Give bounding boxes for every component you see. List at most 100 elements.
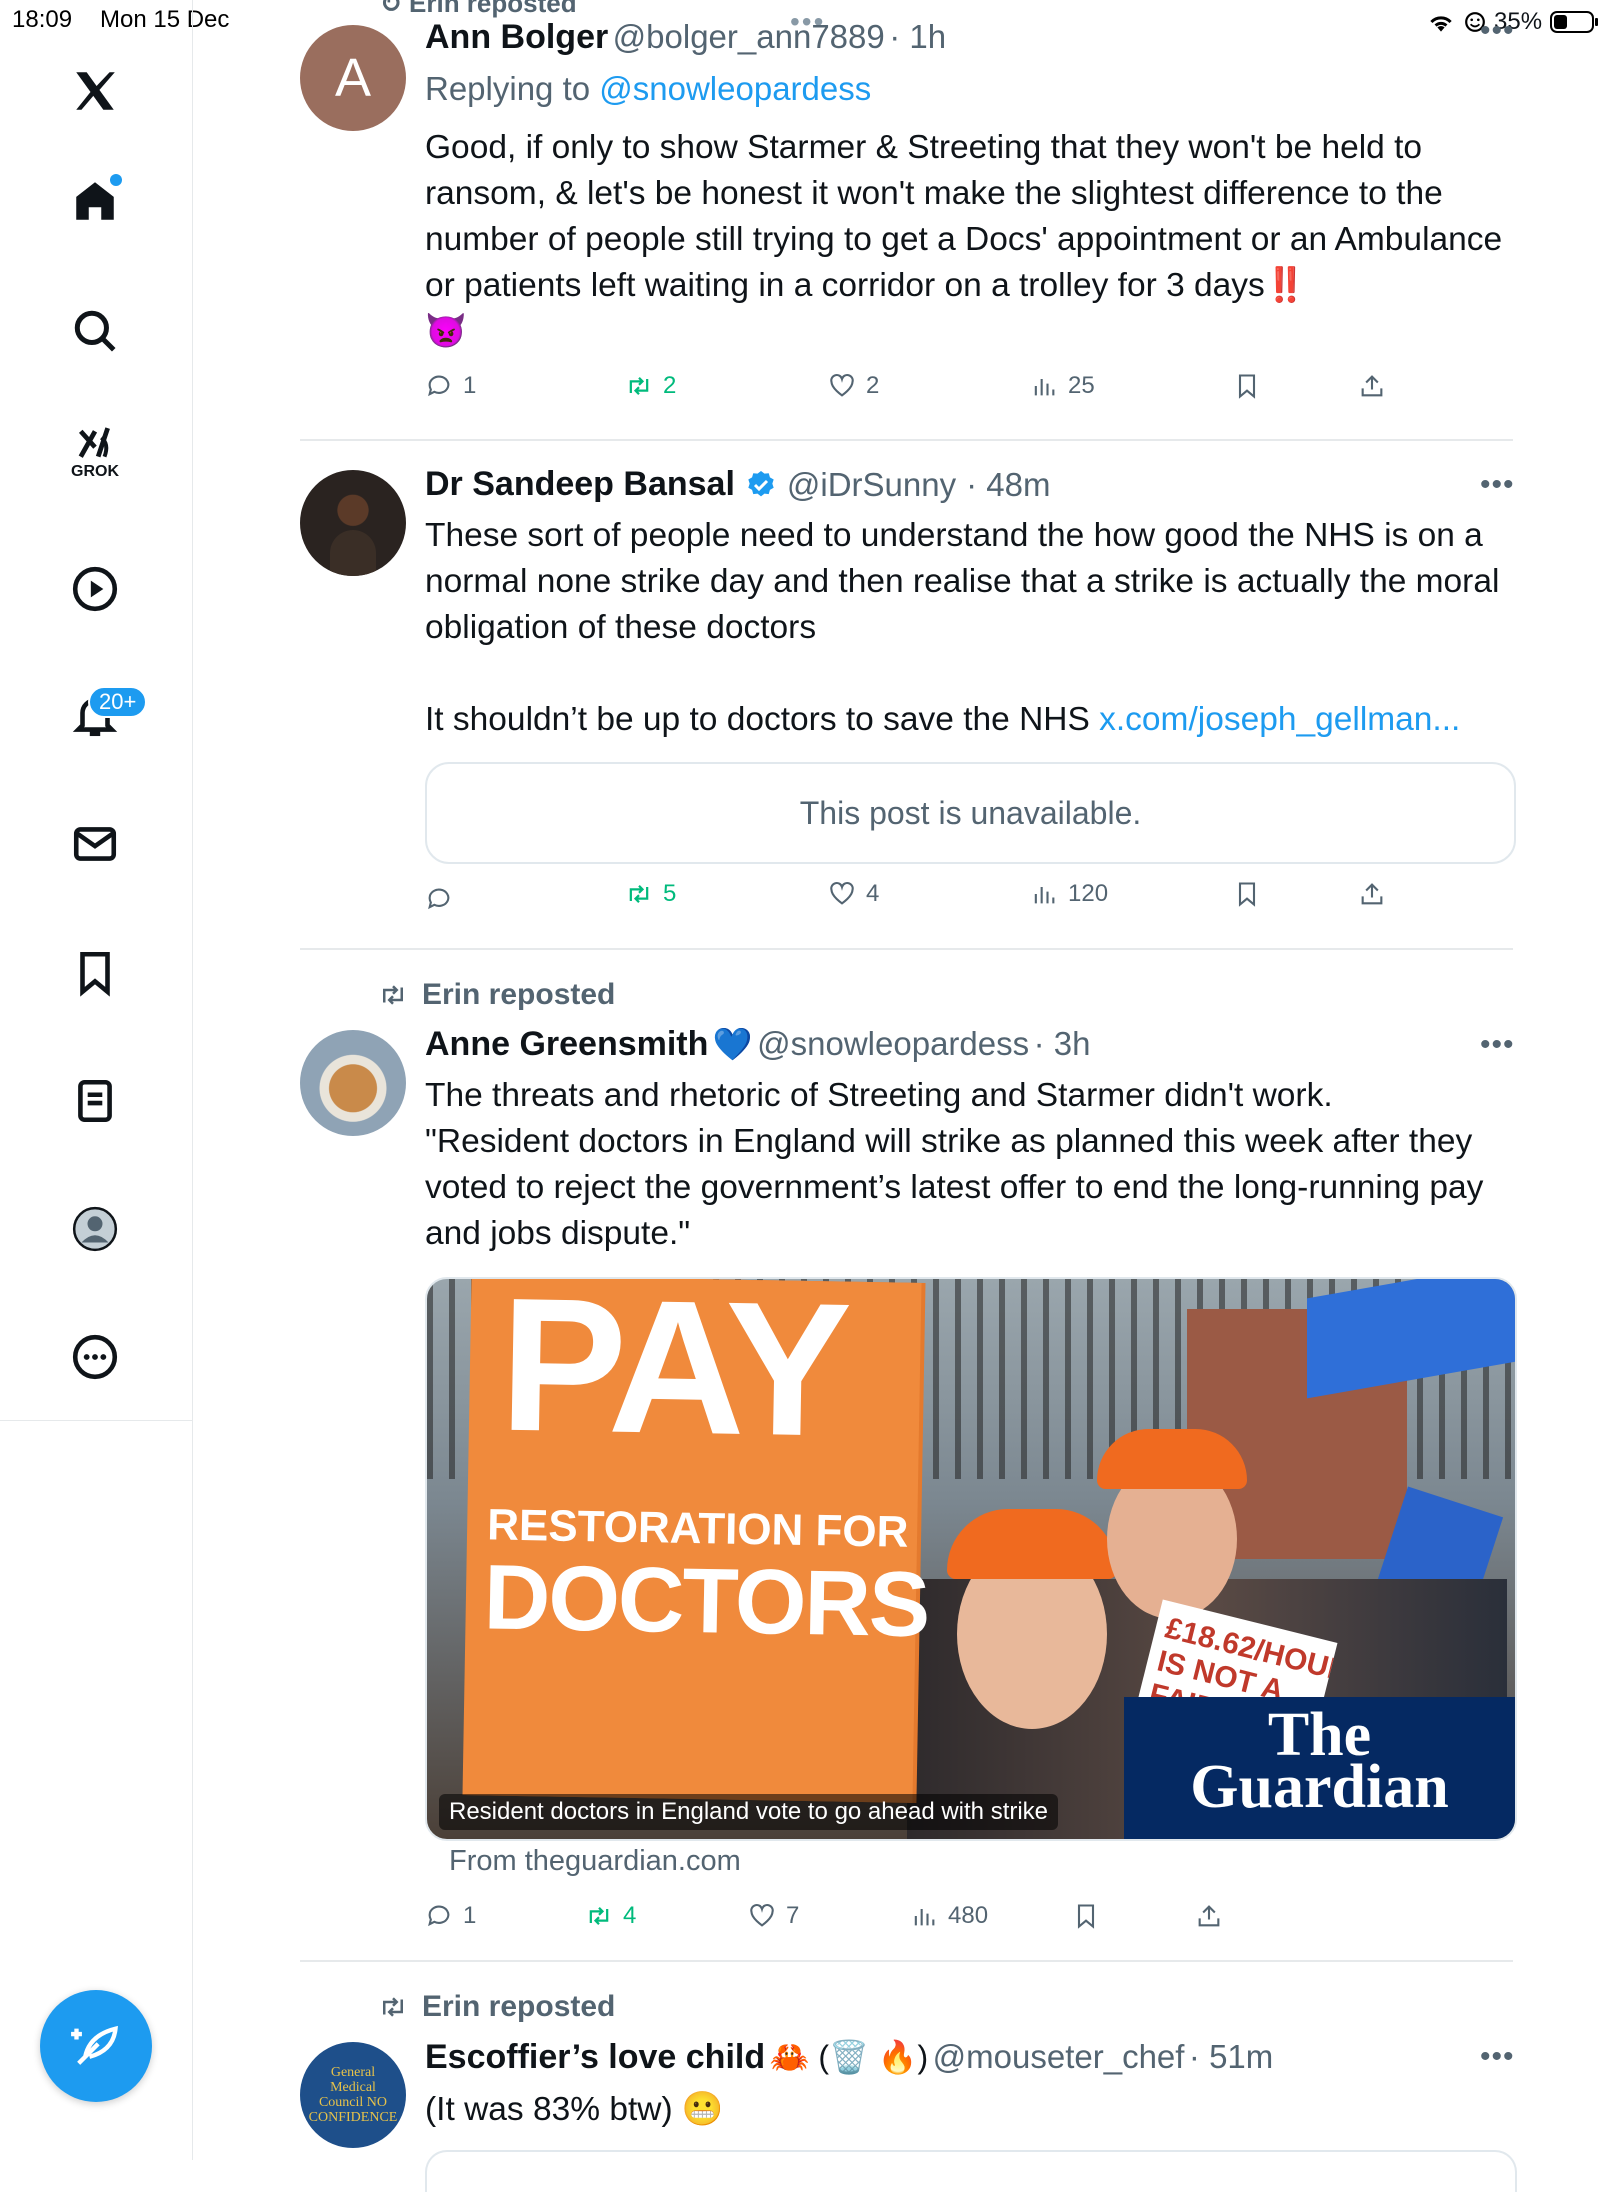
share-button[interactable] — [1358, 880, 1386, 908]
repost-label-text[interactable]: Erin reposted — [422, 978, 615, 1012]
grok-icon[interactable]: GROK — [66, 424, 124, 482]
replying-to-handle[interactable]: @snowleopardess — [599, 70, 871, 107]
compose-post-button[interactable] — [40, 1990, 152, 2102]
wifi-icon — [1430, 16, 1452, 32]
notifications-bell-icon[interactable]: 20+ — [66, 686, 148, 744]
post-header: Ann Bolger @bolger_ann7889 · 1h — [425, 18, 946, 57]
replying-prefix: Replying to — [425, 70, 600, 107]
guardian-logo: The Guardian — [1124, 1697, 1515, 1839]
bookmark-button[interactable] — [1233, 372, 1261, 400]
author-handle[interactable]: @snowleopardess — [757, 1025, 1029, 1062]
repost-count: 4 — [623, 1902, 637, 1929]
author-name[interactable]: Ann Bolger — [425, 18, 608, 56]
post-time: · 51m — [1188, 2038, 1274, 2075]
avatar[interactable] — [300, 470, 406, 576]
protest-sign: PAY RESTORATION FOR DOCTORS — [462, 1279, 929, 1803]
previous-repost-label-clipped: ↻ Erin reposted — [380, 0, 577, 18]
views-button[interactable]: 480 — [910, 1902, 988, 1930]
search-icon[interactable] — [66, 302, 124, 360]
bookmark-icon — [1238, 374, 1256, 399]
like-button[interactable]: 4 — [828, 880, 879, 908]
quoted-post-unavailable: This post is unavailable. — [425, 762, 1516, 864]
repost-button[interactable]: 4 — [585, 1902, 636, 1930]
views-count: 480 — [948, 1902, 989, 1929]
repost-button[interactable]: 2 — [625, 372, 676, 400]
profile-icon[interactable] — [66, 1200, 124, 1258]
share-button[interactable] — [1195, 1902, 1223, 1930]
author-handle[interactable]: @bolger_ann7889 — [613, 18, 885, 55]
more-options-icon[interactable] — [66, 1328, 124, 1386]
author-name[interactable]: Anne Greensmith — [425, 1025, 708, 1063]
like-count: 2 — [866, 372, 880, 399]
replying-to: Replying to @snowleopardess — [425, 70, 871, 108]
views-chart-icon — [1034, 379, 1055, 396]
post-link[interactable]: x.com/joseph_gellman... — [1099, 701, 1460, 738]
sign-text-doctors: DOCTORS — [483, 1546, 930, 1657]
post-more-icon[interactable]: ••• — [1480, 468, 1515, 502]
repost-count: 2 — [663, 372, 677, 399]
reply-button[interactable]: 1 — [425, 372, 476, 400]
avatar[interactable]: General Medical Council NO CONFIDENCE — [300, 2042, 406, 2148]
share-icon — [1198, 1905, 1220, 1927]
bookmarks-icon[interactable] — [66, 944, 124, 1002]
repost-icon — [383, 1997, 403, 2017]
heart-icon — [830, 881, 854, 905]
share-icon — [1361, 375, 1383, 397]
link-card-headline: Resident doctors in England vote to go a… — [439, 1794, 1059, 1830]
post-header: Escoffier’s love child 🦀 (🗑️ 🔥) @mousete… — [425, 2038, 1273, 2077]
post-text: Good, if only to show Starmer & Streetin… — [425, 129, 1503, 350]
like-button[interactable]: 2 — [828, 372, 879, 400]
post-text: These sort of people need to understand … — [425, 513, 1515, 743]
author-name[interactable]: Escoffier’s love child — [425, 2038, 765, 2076]
author-handle[interactable]: @mouseter_chef — [933, 2038, 1185, 2075]
heart-icon — [830, 373, 854, 397]
sidebar-divider — [0, 1420, 192, 1421]
bookmark-icon — [1077, 1904, 1095, 1929]
views-button[interactable]: 25 — [1030, 372, 1095, 400]
post-more-icon[interactable]: ••• — [1480, 2040, 1515, 2074]
verified-badge-icon — [748, 470, 774, 496]
image-orange-cap — [1097, 1429, 1247, 1489]
post-time: · 1h — [889, 18, 947, 55]
repost-icon — [629, 885, 649, 903]
views-chart-icon — [1034, 887, 1055, 904]
sidebar: GROK 20+ — [0, 0, 193, 2160]
quoted-post-card[interactable] — [425, 2150, 1517, 2192]
share-button[interactable] — [1358, 372, 1386, 400]
home-icon[interactable] — [66, 172, 124, 230]
post-time: · 48m — [966, 465, 1051, 503]
repost-icon — [383, 985, 403, 1005]
notifications-badge: 20+ — [88, 686, 148, 718]
reply-count: 1 — [463, 372, 477, 399]
author-handle[interactable]: @iDrSunny — [787, 466, 956, 504]
video-play-icon[interactable] — [66, 560, 124, 618]
home-unread-dot — [110, 174, 122, 186]
image-orange-cap — [947, 1509, 1117, 1579]
bookmark-button[interactable] — [1072, 1902, 1100, 1930]
repost-label-text[interactable]: Erin reposted — [422, 1990, 615, 2024]
link-card-image[interactable]: PAY RESTORATION FOR DOCTORS £18.62/HOUR … — [425, 1277, 1517, 1841]
reply-button[interactable]: 1 — [425, 1902, 476, 1930]
battery-icon — [1550, 11, 1599, 33]
grok-label: GROK — [71, 463, 119, 480]
repost-button[interactable]: 5 — [625, 880, 676, 908]
post-time: · 3h — [1033, 1025, 1091, 1062]
author-name[interactable]: Dr Sandeep Bansal — [425, 465, 735, 504]
compose-feather-icon — [71, 2025, 118, 2065]
reply-button[interactable] — [425, 885, 463, 913]
post-more-icon[interactable]: ••• — [1480, 14, 1515, 48]
like-button[interactable]: 7 — [748, 1902, 799, 1930]
post-divider — [300, 439, 1513, 441]
share-icon — [1361, 883, 1383, 905]
repost-label: Erin reposted — [378, 978, 615, 1012]
x-logo-icon[interactable] — [66, 62, 124, 120]
bookmark-button[interactable] — [1233, 880, 1261, 908]
avatar[interactable] — [300, 1030, 406, 1136]
post-header: Anne Greensmith 💙 @snowleopardess · 3h — [425, 1025, 1090, 1064]
messages-mail-icon[interactable] — [66, 815, 124, 873]
post-more-icon[interactable]: ••• — [1480, 1028, 1515, 1062]
lists-icon[interactable] — [66, 1072, 124, 1130]
views-button[interactable]: 120 — [1030, 880, 1108, 908]
avatar[interactable]: A — [300, 25, 406, 131]
link-card-source[interactable]: From theguardian.com — [449, 1845, 741, 1878]
